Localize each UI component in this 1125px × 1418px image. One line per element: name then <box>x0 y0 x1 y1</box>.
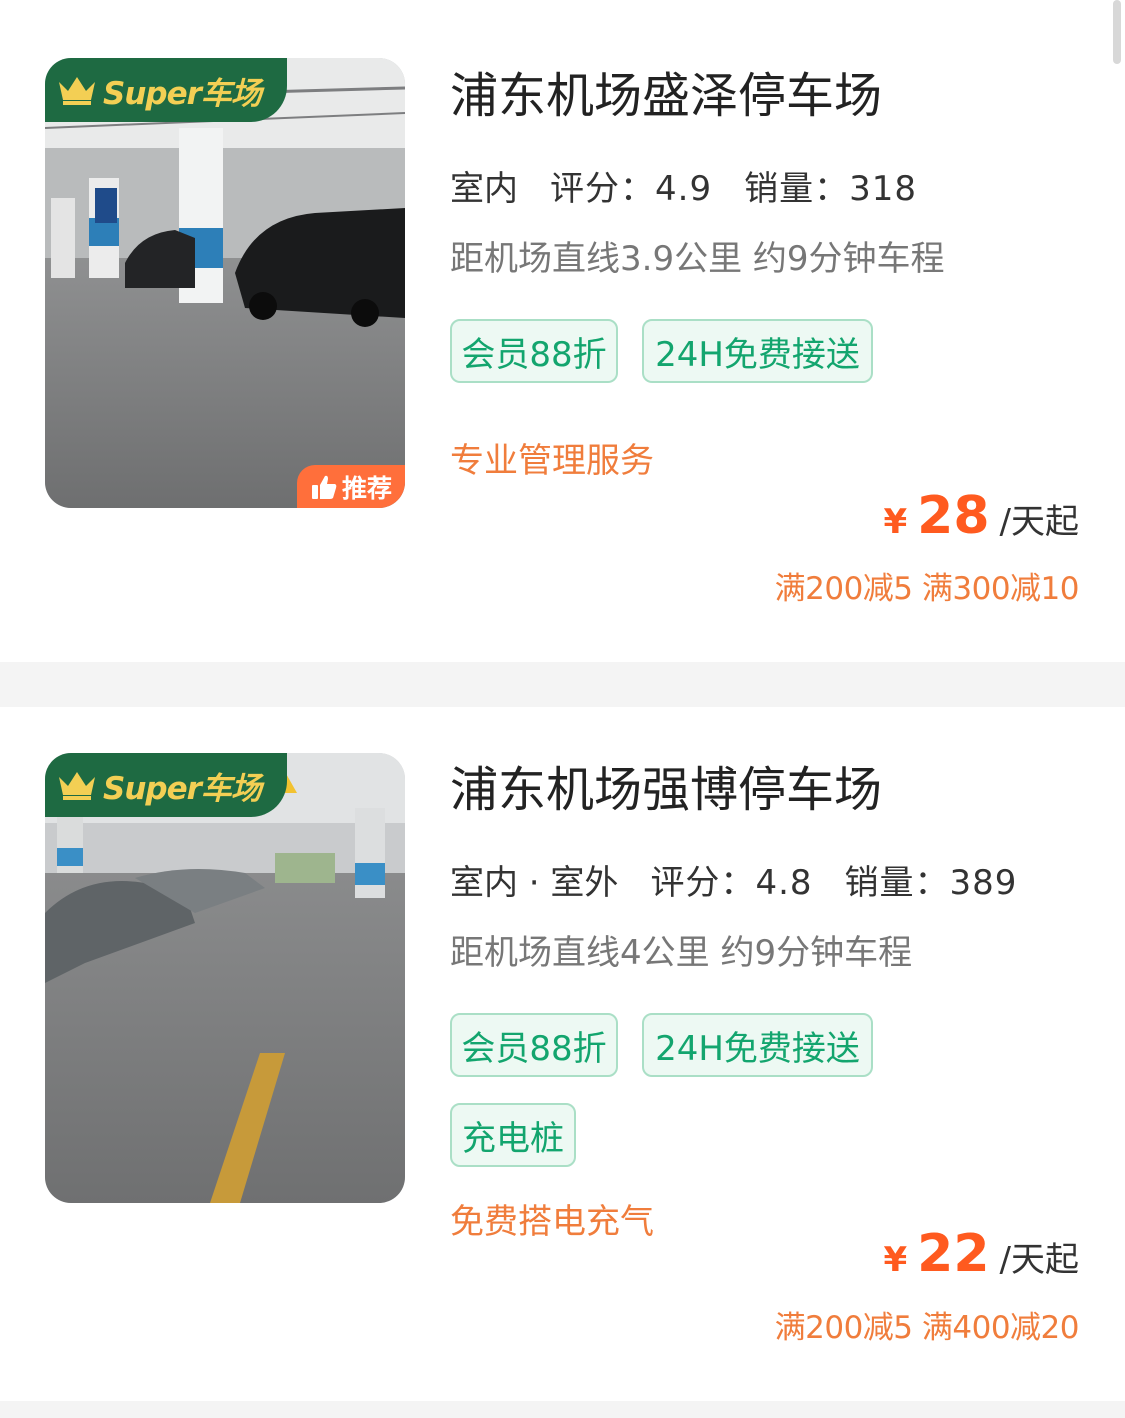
parking-lot-photo[interactable]: Super车场 <box>45 753 405 1203</box>
distance-info: 距机场直线3.9公里 约9分钟车程 <box>450 239 945 279</box>
crown-icon <box>59 77 95 105</box>
parking-lot-name[interactable]: 浦东机场盛泽停车场 <box>450 72 882 120</box>
tag-free-shuttle: 24H免费接送 <box>642 319 873 383</box>
rating: 评分：4.9 <box>550 172 712 206</box>
rating-label: 评分： <box>650 863 756 903</box>
rating-label: 评分： <box>550 169 655 209</box>
discount-promo: 满200减5 满400减20 <box>774 1310 1080 1346</box>
tag-member-discount: 会员88折 <box>450 319 618 383</box>
discount-promo: 满200减5 满300减10 <box>774 571 1080 607</box>
super-lot-label: Super车场 <box>103 770 262 807</box>
parking-lot-card[interactable]: Super车场 浦东机场强博停车场 室内 · 室外 评分：4.8 销量：389 … <box>0 707 1125 1401</box>
garage-photo-image <box>45 58 405 508</box>
sales-value: 389 <box>949 863 1018 903</box>
super-lot-badge: Super车场 <box>45 58 287 122</box>
price-amount: 28 <box>917 486 990 546</box>
scrollbar[interactable] <box>1113 0 1121 64</box>
rating: 评分：4.8 <box>650 866 812 900</box>
lot-meta-row: 室内 评分：4.9 销量：318 <box>450 169 949 214</box>
environment-label: 室内 · 室外 <box>450 863 621 908</box>
super-lot-label: Super车场 <box>103 75 262 112</box>
crown-icon <box>59 772 95 800</box>
sales: 销量：318 <box>744 172 917 206</box>
feature-highlight: 专业管理服务 <box>450 441 654 481</box>
recommend-label: 推荐 <box>341 473 392 503</box>
currency-symbol: ¥ <box>883 1240 908 1280</box>
thumbs-up-icon <box>311 475 337 499</box>
recommend-badge: 推荐 <box>297 465 405 508</box>
sales-label: 销量： <box>744 169 850 209</box>
distance-info: 距机场直线4公里 约9分钟车程 <box>450 933 913 973</box>
sales-value: 318 <box>849 169 917 209</box>
price-unit: /天起 <box>999 502 1079 542</box>
rating-value: 4.9 <box>655 169 713 209</box>
parking-lot-name[interactable]: 浦东机场强博停车场 <box>450 766 882 814</box>
tag-free-shuttle: 24H免费接送 <box>642 1013 873 1077</box>
parking-lot-photo[interactable]: Super车场 推荐 <box>45 58 405 508</box>
price-amount: 22 <box>917 1224 990 1284</box>
tag-member-discount: 会员88折 <box>450 1013 618 1077</box>
currency-symbol: ¥ <box>883 502 908 542</box>
rating-value: 4.8 <box>755 863 813 903</box>
price: ¥ 22 /天起 <box>883 1224 1079 1284</box>
sales: 销量：389 <box>845 866 1018 900</box>
sales-label: 销量： <box>844 863 950 903</box>
environment-label: 室内 <box>450 169 520 214</box>
garage-photo-image <box>45 753 405 1203</box>
parking-lot-list: Super车场 推荐 浦东机场盛泽停车场 室内 评分：4.9 销量：318 距机… <box>0 0 1125 1418</box>
price-unit: /天起 <box>999 1240 1079 1280</box>
lot-meta-row: 室内 · 室外 评分：4.8 销量：389 <box>450 863 1049 908</box>
price: ¥ 28 /天起 <box>883 486 1079 546</box>
tag-charging-pile: 充电桩 <box>450 1103 576 1167</box>
feature-highlight: 免费搭电充气 <box>450 1202 654 1242</box>
parking-lot-card[interactable]: Super车场 推荐 浦东机场盛泽停车场 室内 评分：4.9 销量：318 距机… <box>0 0 1125 662</box>
super-lot-badge: Super车场 <box>45 753 287 817</box>
